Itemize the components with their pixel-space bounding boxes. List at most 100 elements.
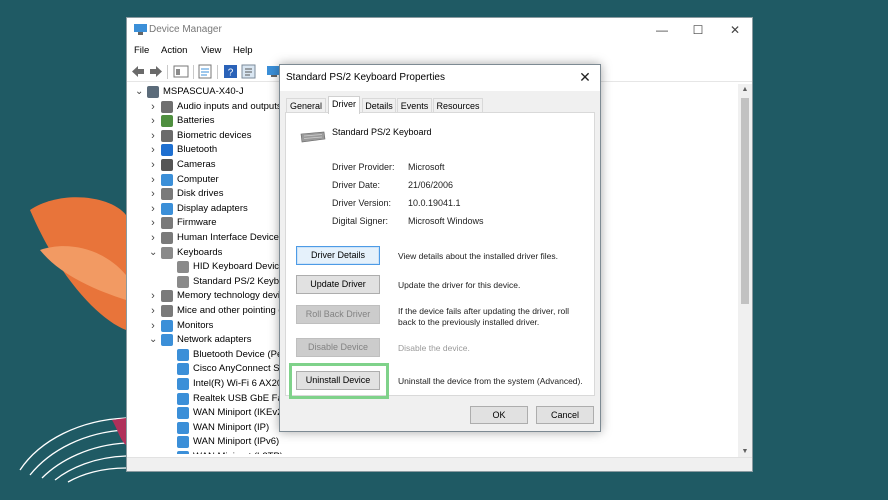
monitor-icon (161, 319, 173, 332)
tab-driver[interactable]: Driver (328, 96, 360, 114)
chevron-right-icon[interactable]: › (149, 319, 157, 333)
chip-icon (161, 217, 173, 230)
tree-item-label: Display adapters (177, 202, 248, 214)
scroll-up-arrow-icon[interactable]: ▲ (738, 84, 752, 96)
chevron-right-icon[interactable]: › (149, 289, 157, 303)
chevron-right-icon[interactable]: › (149, 187, 157, 201)
tree-item-label: Cameras (177, 159, 216, 170)
close-button[interactable]: ✕ (724, 21, 746, 39)
tree-item-label: HID Keyboard Device (193, 261, 285, 273)
dialog-close-icon[interactable]: ✕ (577, 69, 593, 85)
keyboard-icon (177, 275, 189, 288)
disable-device-button[interactable]: Disable Device (296, 338, 380, 357)
forward-arrow-icon[interactable] (148, 64, 164, 79)
back-arrow-icon[interactable] (130, 64, 146, 79)
toolbar-separator (217, 65, 218, 79)
camera-icon (161, 159, 173, 171)
roll-back-driver-description: If the device fails after updating the d… (398, 306, 570, 327)
tree-item-label: Network adapters (177, 334, 252, 346)
tree-item-label: Memory technology devices (177, 290, 295, 302)
tree-item-label: Bluetooth (177, 144, 218, 156)
device-manager-titlebar: Device Manager — ☐ ✕ (127, 18, 752, 42)
tab-events[interactable]: Events (397, 98, 432, 113)
chevron-right-icon[interactable]: › (149, 100, 157, 114)
driver-provider-label: Driver Provider: (332, 162, 395, 172)
keyboard-icon (177, 261, 189, 274)
tab-resources[interactable]: Resources (433, 98, 483, 113)
bluetooth-icon (161, 144, 173, 157)
driver-version-value: 10.0.19041.1 (408, 198, 461, 208)
tab-strip: General Driver Details Events Resources (285, 96, 595, 114)
network-icon (177, 378, 189, 390)
dialog-title: Standard PS/2 Keyboard Properties (286, 72, 445, 83)
uninstall-highlight-box (289, 363, 389, 399)
horizontal-scrollbar[interactable] (127, 457, 752, 471)
chevron-down-icon[interactable]: ⌄ (149, 333, 157, 347)
chevron-down-icon[interactable]: ⌄ (149, 246, 157, 260)
update-driver-button[interactable]: Update Driver (296, 275, 380, 294)
tree-item-label: Disk drives (177, 188, 224, 200)
fingerprint-icon (161, 129, 173, 142)
help-icon[interactable]: ? (223, 64, 239, 79)
display-adapter-icon (161, 202, 173, 215)
tree-item-label: Monitors (177, 319, 214, 331)
tree-item[interactable]: WAN Miniport (L2TP) (127, 450, 737, 454)
monitor-icon (161, 173, 173, 186)
tab-details[interactable]: Details (362, 98, 396, 113)
chevron-right-icon[interactable]: › (149, 231, 157, 245)
network-icon (177, 421, 189, 434)
driver-details-description: View details about the installed driver … (398, 251, 559, 261)
chevron-right-icon[interactable]: › (149, 216, 157, 230)
fingerprint-decoration (19, 417, 127, 483)
menu-action[interactable]: Action (161, 45, 187, 56)
network-icon (177, 392, 189, 405)
menu-view[interactable]: View (201, 45, 221, 56)
dialog-titlebar: Standard PS/2 Keyboard Properties ✕ (280, 65, 600, 91)
svg-text:?: ? (228, 68, 234, 79)
tree-item-label: WAN Miniport (IKEv2) (193, 407, 286, 419)
driver-details-button[interactable]: Driver Details (296, 246, 380, 265)
scan-hardware-icon[interactable] (197, 64, 213, 79)
chevron-down-icon[interactable]: ⌄ (135, 85, 143, 99)
keyboard-icon (161, 246, 173, 259)
properties-view-icon[interactable] (173, 64, 189, 79)
ok-button[interactable]: OK (470, 406, 528, 424)
menu-file[interactable]: File (134, 45, 149, 56)
driver-version-label: Driver Version: (332, 198, 392, 208)
uninstall-device-description: Uninstall the device from the system (Ad… (398, 376, 583, 386)
chevron-right-icon[interactable]: › (149, 143, 157, 157)
network-icon (177, 436, 189, 449)
tree-item[interactable]: WAN Miniport (IPv6) (127, 435, 737, 449)
battery-icon (161, 115, 173, 128)
driver-provider-value: Microsoft (408, 162, 445, 172)
chevron-right-icon[interactable]: › (149, 129, 157, 143)
mouse-icon (161, 305, 173, 317)
chevron-right-icon[interactable]: › (149, 202, 157, 216)
chevron-right-icon[interactable]: › (149, 114, 157, 128)
memory-icon (161, 290, 173, 303)
menu-help[interactable]: Help (233, 45, 253, 56)
speaker-icon (161, 100, 173, 113)
cancel-button[interactable]: Cancel (536, 406, 594, 424)
device-name: Standard PS/2 Keyboard (332, 127, 432, 137)
computer-icon (147, 86, 159, 98)
tree-item-label: Human Interface Devices (177, 232, 284, 243)
tree-item-label: Computer (177, 173, 219, 185)
maximize-button[interactable]: ☐ (687, 21, 709, 39)
tree-item-label: Audio inputs and outputs (177, 100, 282, 112)
chevron-right-icon[interactable]: › (149, 158, 157, 172)
network-icon (177, 407, 189, 420)
tab-general[interactable]: General (286, 98, 326, 113)
roll-back-driver-button[interactable]: Roll Back Driver (296, 305, 380, 324)
keyboard-icon (300, 131, 326, 143)
network-icon (177, 363, 189, 376)
details-view-icon[interactable] (241, 64, 257, 79)
tree-item-label: WAN Miniport (IPv6) (193, 436, 280, 448)
chevron-right-icon[interactable]: › (149, 304, 157, 318)
chevron-right-icon[interactable]: › (149, 173, 157, 187)
minimize-button[interactable]: — (651, 21, 673, 39)
scrollbar-thumb[interactable] (741, 98, 749, 304)
tree-item-label: WAN Miniport (L2TP) (193, 450, 283, 454)
update-driver-description: Update the driver for this device. (398, 280, 521, 290)
vertical-scrollbar[interactable]: ▲ ▼ (738, 84, 752, 458)
